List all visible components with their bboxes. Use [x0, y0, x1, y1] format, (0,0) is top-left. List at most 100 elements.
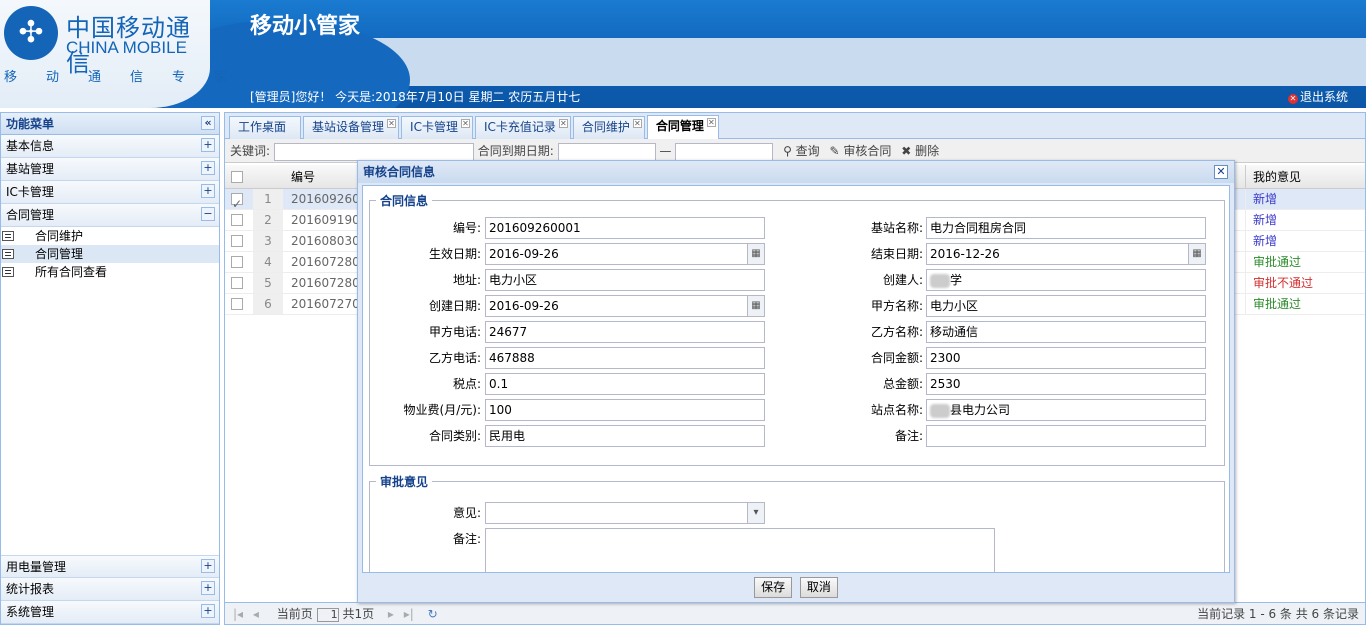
tab-contract-manage[interactable]: 合同管理 ✕ [646, 115, 719, 139]
collapse-group-icon[interactable]: − [201, 207, 215, 221]
tab-desktop[interactable]: 工作桌面 [229, 116, 302, 139]
calendar-icon[interactable]: ▦ [747, 244, 764, 264]
sidebar-group-reports[interactable]: 统计报表 + [1, 578, 219, 601]
row-checkbox[interactable] [231, 298, 243, 310]
dialog-footer: 保存 取消 [358, 572, 1234, 602]
approval-remark-textarea[interactable] [485, 528, 995, 572]
phone-b-field[interactable]: 467888 [485, 347, 765, 369]
station-field[interactable]: 电力合同租房合同 [926, 217, 1206, 239]
expand-icon[interactable]: + [201, 559, 215, 573]
close-icon[interactable]: ✕ [558, 119, 568, 128]
page-input[interactable]: 1 [316, 607, 339, 622]
contract-info-legend: 合同信息 [380, 194, 429, 208]
remark-field[interactable] [926, 425, 1206, 447]
sidebar-group-label: IC卡管理 [6, 185, 54, 199]
site-field[interactable]: 县电力公司 [926, 399, 1206, 421]
row-checkbox[interactable] [231, 256, 243, 268]
redacted-mark [930, 403, 950, 418]
party-a-field[interactable]: 电力小区 [926, 295, 1206, 317]
sidebar-group-basic-info[interactable]: 基本信息 + [1, 135, 219, 158]
keyword-input[interactable] [273, 142, 474, 161]
create-date-field[interactable]: 2016-09-26 ▦ [485, 295, 765, 317]
cancel-button[interactable]: 取消 [799, 577, 838, 598]
list-icon [2, 267, 14, 277]
calendar-icon[interactable]: ▦ [1188, 244, 1205, 264]
sidebar-group-system[interactable]: 系统管理 + [1, 601, 219, 624]
keyword-label: 关键词: [230, 144, 271, 158]
first-page-icon[interactable]: |◂ [233, 607, 243, 621]
row-checkbox[interactable]: ✓ [231, 193, 243, 211]
close-icon[interactable]: ✕ [387, 119, 397, 128]
header-opinion: 我的意见 [1245, 165, 1345, 188]
tax-field[interactable]: 0.1 [485, 373, 765, 395]
row-code: 201607280 [291, 276, 360, 290]
tab-ic-recharge[interactable]: IC卡充值记录 ✕ [474, 116, 571, 139]
select-all-checkbox[interactable] [231, 171, 243, 183]
review-contract-button[interactable]: ✎ 审核合同 [830, 144, 892, 158]
fee-field[interactable]: 100 [485, 399, 765, 421]
amount-field[interactable]: 2300 [926, 347, 1206, 369]
row-checkbox[interactable] [231, 214, 243, 226]
calendar-icon[interactable]: ▦ [747, 296, 764, 316]
last-page-icon[interactable]: ▸| [404, 607, 414, 621]
row-opinion: 审批不通过 [1245, 273, 1345, 293]
chevron-down-icon[interactable]: ▾ [747, 503, 764, 523]
row-opinion: 审批通过 [1245, 294, 1345, 314]
sidebar-group-ic-card[interactable]: IC卡管理 + [1, 181, 219, 204]
pager-summary: 当前记录 1 - 6 条 共 6 条记录 [1197, 607, 1359, 621]
expand-icon[interactable]: + [201, 138, 215, 152]
type-field[interactable]: 民用电 [485, 425, 765, 447]
close-icon[interactable]: ✕ [460, 119, 470, 128]
row-opinion: 新增 [1245, 210, 1345, 230]
expand-icon[interactable]: + [201, 161, 215, 175]
delete-label: 删除 [915, 144, 940, 158]
logout-link[interactable]: ✕ 退出系统 [1287, 88, 1348, 105]
sidebar-group-contract[interactable]: 合同管理 − [1, 204, 219, 227]
delete-button[interactable]: ✖ 删除 [901, 144, 939, 158]
sidebar-item-contract-maintain[interactable]: 合同维护 [1, 227, 219, 245]
end-date-field[interactable]: 2016-12-26 ▦ [926, 243, 1206, 265]
dialog-title: 审核合同信息 ✕ [358, 161, 1234, 183]
creator-value: 学 [950, 273, 963, 287]
save-button[interactable]: 保存 [754, 577, 793, 598]
sidebar-item-contract-manage[interactable]: 合同管理 [1, 245, 219, 263]
sidebar-group-power[interactable]: 用电量管理 + [1, 555, 219, 578]
expand-icon[interactable]: + [201, 581, 215, 595]
china-mobile-logo-icon: ✣ [4, 6, 58, 60]
app-header: ✣ 中国移动通信 CHINA MOBILE 移动通信专家 移动小管家 [管理员]… [0, 0, 1366, 108]
create-date-label: 创建日期: [428, 299, 481, 313]
address-field[interactable]: 电力小区 [485, 269, 765, 291]
party-b-field[interactable]: 移动通信 [926, 321, 1206, 343]
row-opinion: 审批通过 [1245, 252, 1345, 272]
opinion-select[interactable]: ▾ [485, 502, 765, 524]
redacted-mark [930, 273, 950, 288]
next-page-icon[interactable]: ▸ [388, 607, 394, 621]
close-icon[interactable]: ✕ [632, 119, 642, 128]
sidebar-group-station[interactable]: 基站管理 + [1, 158, 219, 181]
expand-icon[interactable]: + [201, 184, 215, 198]
row-checkbox[interactable] [231, 235, 243, 247]
create-date-value: 2016-09-26 [489, 299, 559, 313]
expire-start-input[interactable] [557, 142, 656, 161]
tab-contract-maintain[interactable]: 合同维护 ✕ [572, 116, 645, 139]
row-checkbox[interactable] [231, 277, 243, 289]
prev-page-icon[interactable]: ◂ [253, 607, 259, 621]
code-field[interactable]: 201609260001 [485, 217, 765, 239]
sidebar-item-all-contracts[interactable]: 所有合同查看 [1, 263, 219, 281]
start-date-field[interactable]: 2016-09-26 ▦ [485, 243, 765, 265]
close-icon[interactable]: ✕ [1214, 165, 1228, 179]
phone-a-field[interactable]: 24677 [485, 321, 765, 343]
row-code: 201607270 [291, 297, 360, 311]
query-button[interactable]: ⚲ 查询 [783, 144, 820, 158]
refresh-icon[interactable]: ↻ [428, 607, 438, 621]
expire-end-input[interactable] [675, 142, 774, 161]
close-icon[interactable]: ✕ [706, 118, 716, 127]
tab-ic-card[interactable]: IC卡管理 ✕ [401, 116, 473, 139]
tab-label: IC卡充值记录 [483, 120, 556, 134]
creator-field[interactable]: 学 [926, 269, 1206, 291]
expand-icon[interactable]: + [201, 604, 215, 618]
date-range-dash: — [659, 144, 672, 158]
collapse-icon[interactable]: « [201, 116, 215, 130]
total-field[interactable]: 2530 [926, 373, 1206, 395]
tab-station-device[interactable]: 基站设备管理 ✕ [303, 116, 400, 139]
